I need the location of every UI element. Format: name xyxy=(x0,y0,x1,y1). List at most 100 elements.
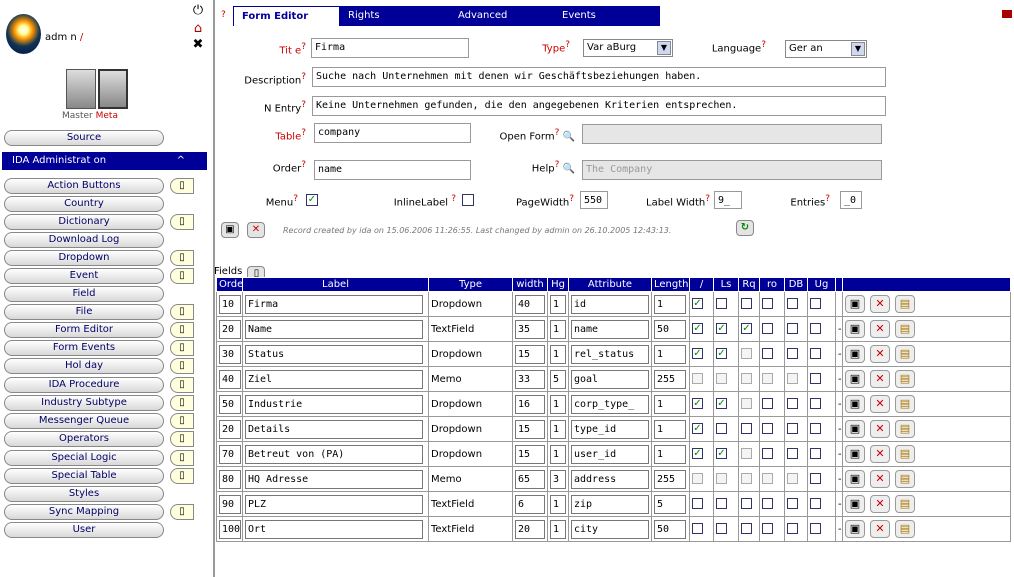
sidebar-item-file[interactable]: File xyxy=(4,304,164,320)
row-checkbox[interactable] xyxy=(787,523,798,535)
document-icon[interactable]: ▯ xyxy=(170,214,194,230)
entries-input[interactable]: _0 xyxy=(840,191,862,209)
menu-icon[interactable] xyxy=(1002,10,1012,18)
row-checkbox[interactable] xyxy=(741,448,752,460)
attribute-input[interactable]: goal xyxy=(571,369,649,389)
row-checkbox[interactable]: ✓ xyxy=(692,398,703,410)
label-input[interactable]: Ziel xyxy=(245,369,423,389)
open-icon[interactable]: ▤ xyxy=(895,345,915,363)
delete-icon[interactable]: ✕ xyxy=(870,420,890,438)
label-input[interactable]: Name xyxy=(245,319,423,339)
width-input[interactable]: 6 xyxy=(515,494,545,514)
row-checkbox[interactable] xyxy=(716,473,727,485)
row-checkbox[interactable] xyxy=(787,298,798,310)
label-input[interactable]: PLZ xyxy=(245,494,423,514)
open-icon[interactable]: ▤ xyxy=(895,295,915,313)
row-checkbox[interactable] xyxy=(787,423,798,435)
row-checkbox[interactable]: ✓ xyxy=(692,323,703,335)
sidebar-item-field[interactable]: Field xyxy=(4,286,164,302)
hotel-icon[interactable]: ⌂ xyxy=(190,22,206,36)
length-input[interactable]: 50 xyxy=(654,519,686,539)
delete-icon[interactable]: ✕ xyxy=(870,295,890,313)
open-icon[interactable]: ▤ xyxy=(895,320,915,338)
tab-events[interactable]: Events xyxy=(554,6,660,26)
row-checkbox[interactable] xyxy=(741,498,752,510)
height-input[interactable]: 1 xyxy=(550,394,566,414)
sidebar-item-user[interactable]: User xyxy=(4,522,164,538)
row-checkbox[interactable]: ✓ xyxy=(716,398,727,410)
page-width-input[interactable]: 550 xyxy=(580,191,608,209)
row-checkbox[interactable] xyxy=(692,473,703,485)
row-checkbox[interactable] xyxy=(787,348,798,360)
row-checkbox[interactable] xyxy=(810,373,821,385)
height-input[interactable]: 1 xyxy=(550,519,566,539)
row-checkbox[interactable] xyxy=(762,373,773,385)
row-checkbox[interactable]: ✓ xyxy=(716,323,727,335)
row-checkbox[interactable] xyxy=(741,523,752,535)
sidebar-item-form-editor[interactable]: Form Editor xyxy=(4,322,164,338)
label-width-input[interactable]: 9_ xyxy=(714,191,742,209)
help-input[interactable]: The Company xyxy=(582,160,882,180)
row-checkbox[interactable] xyxy=(787,498,798,510)
sidebar-source[interactable]: Source xyxy=(4,130,164,146)
document-icon[interactable]: ▯ xyxy=(170,431,194,447)
document-icon[interactable]: ▯ xyxy=(170,250,194,266)
tab-rights[interactable]: Rights xyxy=(340,6,450,26)
row-checkbox[interactable] xyxy=(810,523,821,535)
row-checkbox[interactable] xyxy=(741,398,752,410)
row-checkbox[interactable] xyxy=(762,523,773,535)
attribute-input[interactable]: city xyxy=(571,519,649,539)
length-input[interactable]: 1 xyxy=(654,344,686,364)
row-checkbox[interactable] xyxy=(692,498,703,510)
label-input[interactable]: Industrie xyxy=(245,394,423,414)
document-icon[interactable]: ▯ xyxy=(170,377,194,393)
type-select[interactable]: Var aBurg ▼ xyxy=(583,39,673,57)
order-input[interactable]: 20 xyxy=(219,319,241,339)
sidebar-item-dictionary[interactable]: Dictionary xyxy=(4,214,164,230)
document-icon[interactable]: ▯ xyxy=(170,395,194,411)
length-input[interactable]: 1 xyxy=(654,394,686,414)
width-input[interactable]: 16 xyxy=(515,394,545,414)
row-checkbox[interactable] xyxy=(716,373,727,385)
row-checkbox[interactable] xyxy=(810,498,821,510)
inline-label-checkbox[interactable] xyxy=(462,194,474,206)
attribute-input[interactable]: zip xyxy=(571,494,649,514)
attribute-input[interactable]: rel_status xyxy=(571,344,649,364)
height-input[interactable]: 1 xyxy=(550,494,566,514)
save-icon[interactable]: ▣ xyxy=(845,295,865,313)
sidebar-item-special-logic[interactable]: Special Logic xyxy=(4,450,164,466)
document-icon[interactable]: ▯ xyxy=(170,322,194,338)
height-input[interactable]: 1 xyxy=(550,319,566,339)
sidebar-item-country[interactable]: Country xyxy=(4,196,164,212)
row-checkbox[interactable] xyxy=(762,423,773,435)
save-icon[interactable]: ▣ xyxy=(845,345,865,363)
title-input[interactable]: Firma xyxy=(311,38,469,58)
delete-icon[interactable]: ✕ xyxy=(870,495,890,513)
open-form-input[interactable] xyxy=(582,124,882,144)
label-input[interactable]: HQ Adresse xyxy=(245,469,423,489)
width-input[interactable]: 20 xyxy=(515,519,545,539)
tab-advanced[interactable]: Advanced xyxy=(450,6,554,26)
height-input[interactable]: 1 xyxy=(550,344,566,364)
row-checkbox[interactable] xyxy=(716,498,727,510)
attribute-input[interactable]: address xyxy=(571,469,649,489)
open-icon[interactable]: ▤ xyxy=(895,470,915,488)
document-icon[interactable]: ▯ xyxy=(170,268,194,284)
save-icon[interactable]: ▣ xyxy=(845,420,865,438)
attribute-input[interactable]: corp_type_ xyxy=(571,394,649,414)
row-checkbox[interactable] xyxy=(762,323,773,335)
row-checkbox[interactable] xyxy=(762,498,773,510)
row-checkbox[interactable]: ✓ xyxy=(692,423,703,435)
save-icon[interactable]: ▣ xyxy=(845,520,865,538)
row-checkbox[interactable]: ✓ xyxy=(692,448,703,460)
open-icon[interactable]: ▤ xyxy=(895,420,915,438)
row-checkbox[interactable]: ✓ xyxy=(692,298,703,310)
delete-icon[interactable]: ✕ xyxy=(870,370,890,388)
tab-form-editor[interactable]: Form Editor xyxy=(233,6,340,26)
master-server-icon[interactable] xyxy=(66,69,96,109)
sidebar-item-operators[interactable]: Operators xyxy=(4,431,164,447)
order-input[interactable]: 20 xyxy=(219,419,241,439)
delete-icon[interactable]: ✕ xyxy=(870,320,890,338)
delete-icon[interactable]: ✕ xyxy=(870,470,890,488)
sidebar-item-special-table[interactable]: Special Table xyxy=(4,468,164,484)
